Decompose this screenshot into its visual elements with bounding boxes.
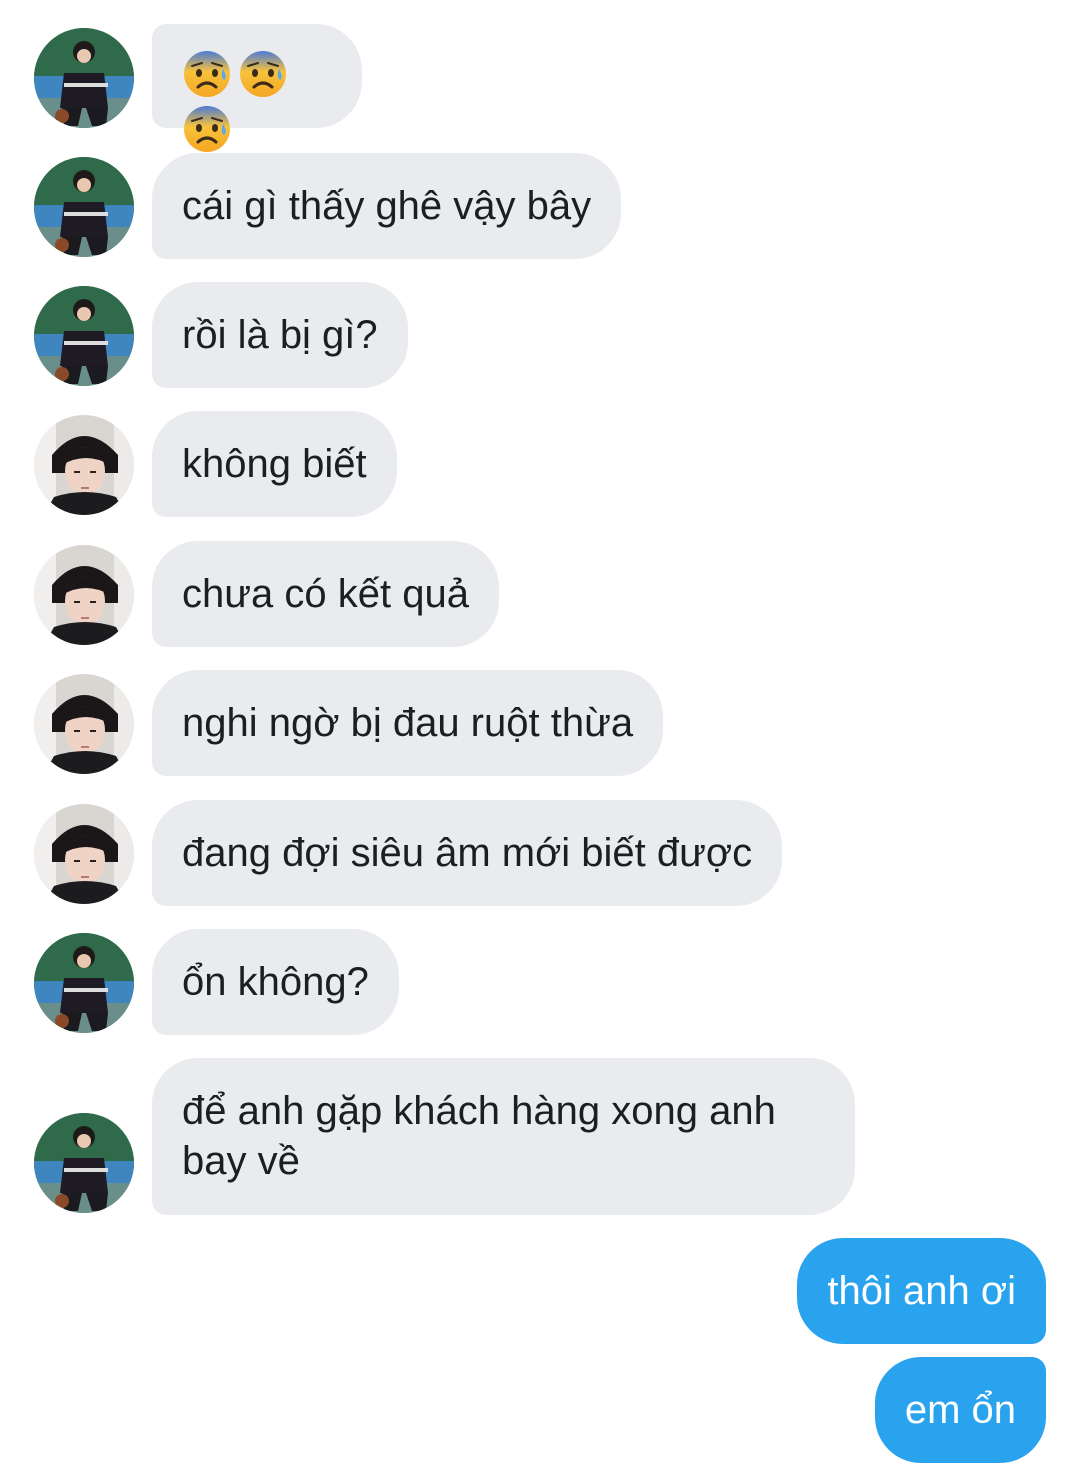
avatar[interactable] [34, 1113, 134, 1213]
anxious-face-icon [238, 49, 288, 99]
avatar-photo-icon [34, 28, 134, 128]
message-bubble[interactable]: để anh gặp khách hàng xong anh bay về [152, 1058, 855, 1215]
avatar-photo-icon [34, 674, 134, 774]
avatar-photo-icon [34, 804, 134, 904]
message-bubble[interactable]: ổn không? [152, 929, 399, 1035]
avatar-photo-icon [34, 415, 134, 515]
avatar[interactable] [34, 804, 134, 904]
avatar-photo-icon [34, 286, 134, 386]
avatar-photo-icon [34, 1113, 134, 1213]
outgoing-message-bubble[interactable]: em ổn [874, 1357, 1046, 1463]
avatar[interactable] [34, 157, 134, 257]
avatar[interactable] [34, 28, 134, 128]
avatar-photo-icon [34, 933, 134, 1033]
message-bubble[interactable]: cái gì thấy ghê vậy bây [152, 153, 622, 259]
message-bubble[interactable]: nghi ngờ bị đau ruột thừa [152, 670, 664, 776]
message-bubble[interactable]: chưa có kết quả [152, 541, 499, 647]
avatar-photo-icon [34, 545, 134, 645]
message-bubble[interactable]: đang đợi siêu âm mới biết được [152, 800, 783, 906]
avatar[interactable] [34, 415, 134, 515]
avatar[interactable] [34, 286, 134, 386]
avatar-photo-icon [34, 157, 134, 257]
avatar[interactable] [34, 674, 134, 774]
anxious-face-icon [182, 49, 232, 99]
avatar[interactable] [34, 545, 134, 645]
message-bubble[interactable]: rồi là bị gì? [152, 282, 408, 388]
message-bubble-emoji[interactable] [152, 24, 362, 128]
anxious-face-icon [182, 104, 232, 154]
avatar[interactable] [34, 933, 134, 1033]
outgoing-message-bubble[interactable]: thôi anh ơi [797, 1238, 1046, 1344]
message-bubble[interactable]: không biết [152, 411, 397, 517]
